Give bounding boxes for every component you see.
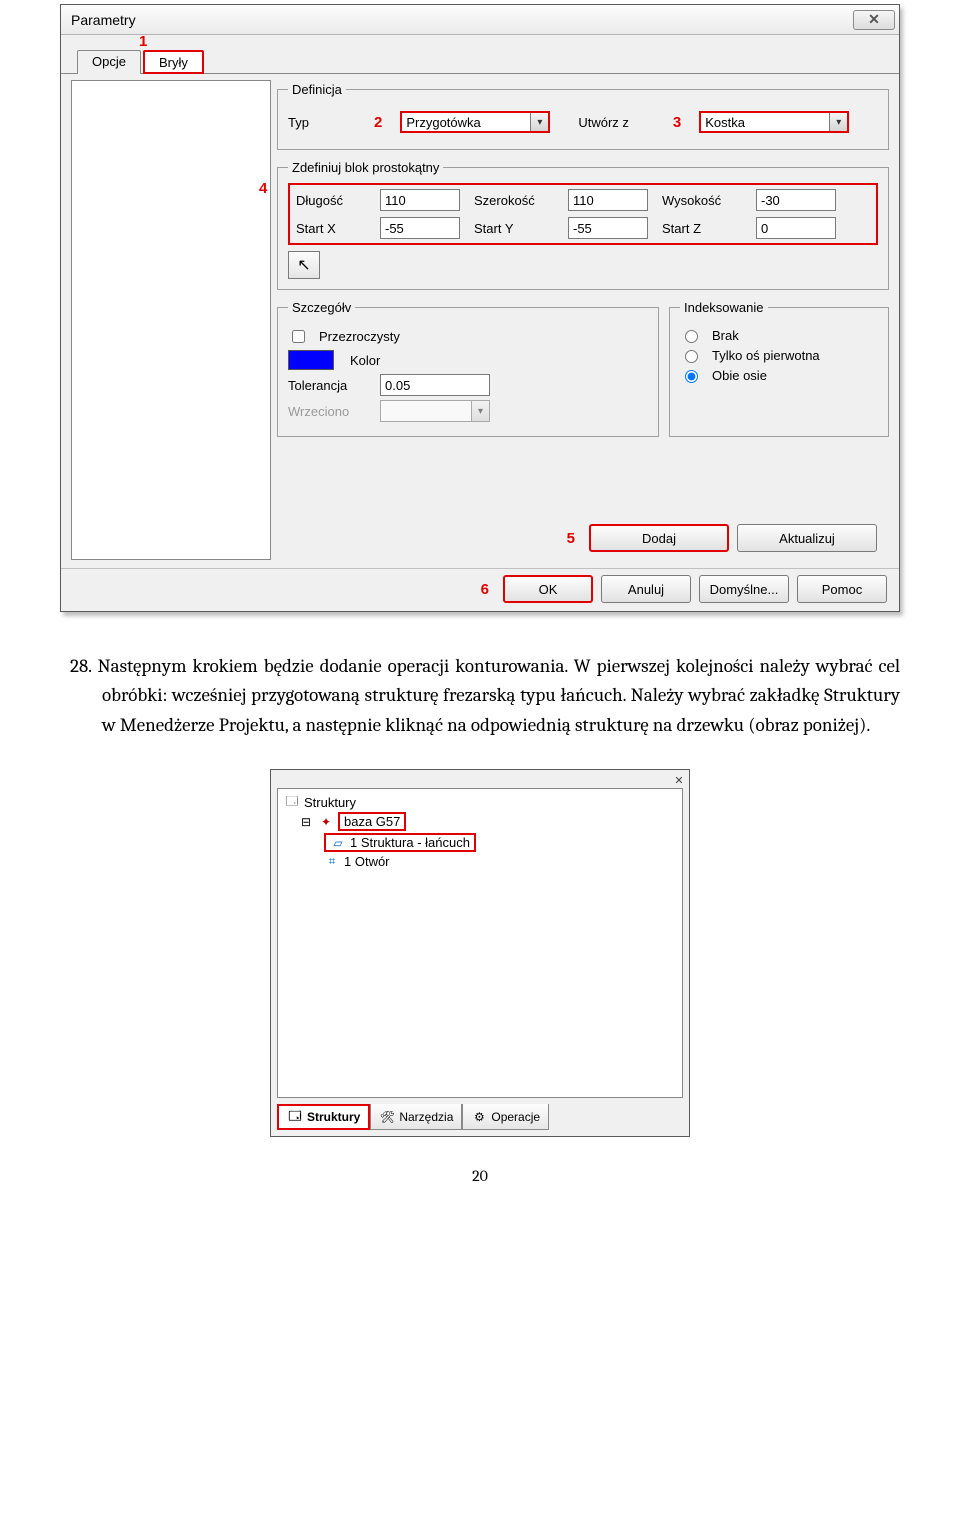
tab-bryly[interactable]: Bryły [143,50,204,74]
titlebar: Parametry ✕ [61,5,899,35]
doc-paragraph: 28. Następnym krokiem będzie dodanie ope… [62,632,930,750]
radio-brak[interactable] [685,330,698,343]
tolerancja-label: Tolerancja [288,378,372,393]
window-title: Parametry [71,12,136,28]
startz-input[interactable] [756,217,836,239]
panel-tab-struktury-label: Struktury [307,1110,360,1124]
startz-label: Start Z [662,221,752,236]
color-swatch[interactable] [288,350,334,370]
chevron-down-icon [530,113,548,131]
utworz-combo[interactable]: Kostka [699,111,849,133]
domyslne-button[interactable]: Domyślne... [699,575,789,603]
chevron-down-icon [471,401,489,421]
utworz-value: Kostka [705,115,745,130]
przezroczysty-label: Przezroczysty [319,329,400,344]
panel-tabs: 🗔 Struktury 🛠 Narzędzia ⚙ Operacje [271,1104,689,1136]
typ-combo[interactable]: Przygotówka [400,111,550,133]
cursor-icon: ↖ [297,255,310,275]
annotation-4: 4 [259,180,267,197]
radio-tylko-label: Tylko oś pierwotna [712,348,820,363]
pomoc-button[interactable]: Pomoc [797,575,887,603]
panel-tab-operacje-label: Operacje [491,1110,540,1124]
wys-label: Wysokość [662,193,752,208]
typ-value: Przygotówka [406,115,480,130]
panel-tab-narzedzia-label: Narzędzia [399,1110,453,1124]
page-number: 20 [30,1167,930,1185]
group-blok: Zdefiniuj blok prostokątny Długość Szero… [277,160,889,290]
operacje-icon: ⚙ [471,1110,487,1124]
typ-label: Typ [288,115,360,130]
startx-label: Start X [296,221,376,236]
group-definicja: Definicja Typ 2 Przygotówka Utwórz z 3 K… [277,82,889,150]
annotation-5: 5 [567,530,575,547]
szer-label: Szerokość [474,193,564,208]
przezroczysty-checkbox[interactable] [292,330,305,343]
tab-opcje[interactable]: Opcje [77,50,141,74]
group-szczegoly: Szczegółv Przezroczysty Kolor Tolerancja [277,300,659,437]
radio-brak-label: Brak [712,328,739,343]
tree-baza[interactable]: ⊟ ✦ baza G57 [298,812,676,831]
group-szczegoly-legend: Szczegółv [288,300,355,315]
tree-item-struktura[interactable]: ▱ 1 Struktura - łańcuch [324,833,476,852]
struktury-icon: 🗔 [287,1110,303,1124]
wys-input[interactable] [756,189,836,211]
group-indeksowanie: Indeksowanie Brak Tylko oś pierwotna Obi… [669,300,889,437]
annotation-3: 3 [673,114,681,131]
annotation-6: 6 [481,581,489,598]
panel-tab-operacje[interactable]: ⚙ Operacje [462,1104,549,1130]
kolor-label: Kolor [350,353,380,368]
structure-tree[interactable]: 🗔 Struktury ⊟ ✦ baza G57 ▱ 1 Struktura -… [277,788,683,1098]
button-row-2: 6 OK Anuluj Domyślne... Pomoc [61,569,899,611]
tab-strip: 1 Opcje Bryły [61,35,899,73]
utworz-label: Utwórz z [578,115,629,130]
group-blok-legend: Zdefiniuj blok prostokątny [288,160,443,175]
annotation-2: 2 [374,114,382,131]
tree-item-struktura-label: 1 Struktura - łańcuch [350,835,470,850]
dlugosc-label: Długość [296,193,376,208]
button-row-1: 5 Dodaj Aktualizuj [277,518,889,560]
tree-root[interactable]: 🗔 Struktury [284,795,676,810]
tree-item-otwor-label: 1 Otwór [344,854,390,869]
dodaj-button[interactable]: Dodaj [589,524,729,552]
tree-baza-label: baza G57 [338,812,406,831]
startx-input[interactable] [380,217,460,239]
narzedzia-icon: 🛠 [379,1110,395,1124]
parametry-dialog: Parametry ✕ 1 Opcje Bryły Definicja Typ … [60,4,900,612]
axes-icon: ✦ [318,815,334,829]
panel-tab-struktury[interactable]: 🗔 Struktury [277,1104,370,1130]
starty-label: Start Y [474,221,564,236]
chain-icon: ▱ [330,836,346,850]
dlugosc-input[interactable] [380,189,460,211]
panel-tab-narzedzia[interactable]: 🛠 Narzędzia [370,1104,462,1130]
panel-close-icon[interactable]: ✕ [671,772,687,788]
tree-root-label: Struktury [304,795,356,810]
aktualizuj-button[interactable]: Aktualizuj [737,524,877,552]
tolerancja-input[interactable] [380,374,490,396]
szer-input[interactable] [568,189,648,211]
hole-icon: ⌗ [324,855,340,869]
ok-button[interactable]: OK [503,575,593,603]
anuluj-button[interactable]: Anuluj [601,575,691,603]
radio-tylko[interactable] [685,350,698,363]
group-definicja-legend: Definicja [288,82,346,97]
close-button[interactable]: ✕ [853,10,895,30]
tree-item-otwor[interactable]: ⌗ 1 Otwór [324,854,676,869]
annotation-1: 1 [139,33,147,50]
close-icon: ✕ [868,11,880,28]
wrzeciono-combo [380,400,490,422]
radio-obie-label: Obie osie [712,368,767,383]
chevron-down-icon [829,113,847,131]
wrzeciono-label: Wrzeciono [288,404,372,419]
folder-icon: 🗔 [284,796,300,810]
pick-cursor-button[interactable]: ↖ [288,251,320,279]
group-indeksowanie-legend: Indeksowanie [680,300,768,315]
radio-obie[interactable] [685,370,698,383]
dialog-body: Definicja Typ 2 Przygotówka Utwórz z 3 K… [61,73,899,566]
starty-input[interactable] [568,217,648,239]
list-number: 28. [70,655,92,677]
paragraph-text: Następnym krokiem będzie dodanie operacj… [98,655,901,736]
solids-list[interactable] [71,80,271,560]
project-manager-panel: ✕ 🗔 Struktury ⊟ ✦ baza G57 ▱ 1 Struktura… [270,769,690,1137]
expand-icon: ⊟ [298,815,314,829]
